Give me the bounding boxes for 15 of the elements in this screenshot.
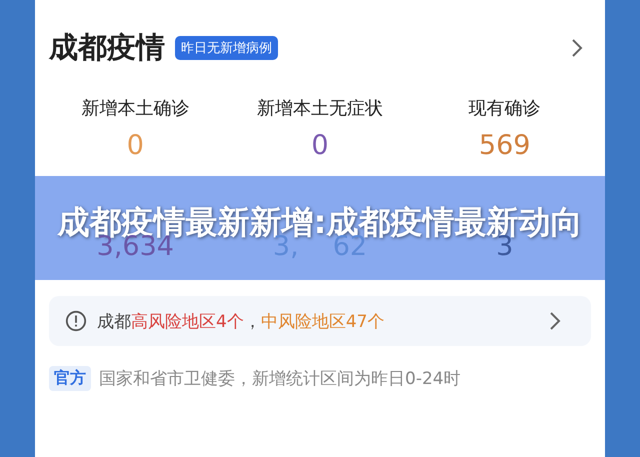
stat-label: 现有确诊 [468,97,541,120]
source-text: 国家和省市卫健委，新增统计区间为昨日0-24时 [99,368,461,390]
stat-label: 新增本土无症状 [256,97,383,120]
chevron-right-icon[interactable] [571,38,583,58]
risk-text: 成都高风险地区4个，中风险地区47个 [97,310,384,332]
stat-value: 0 [311,130,329,161]
info-icon [65,310,87,332]
stat-value: 0 [126,130,144,161]
card-title: 成都疫情 [49,29,165,66]
source-tag: 官方 [49,366,91,391]
risk-notice[interactable]: 成都高风险地区4个，中风险地区47个 [49,296,591,346]
status-badge: 昨日无新增病例 [175,36,278,60]
chevron-right-icon [549,311,561,331]
stat-value: 569 [478,130,530,161]
stat-label: 新增本土确诊 [81,97,190,120]
